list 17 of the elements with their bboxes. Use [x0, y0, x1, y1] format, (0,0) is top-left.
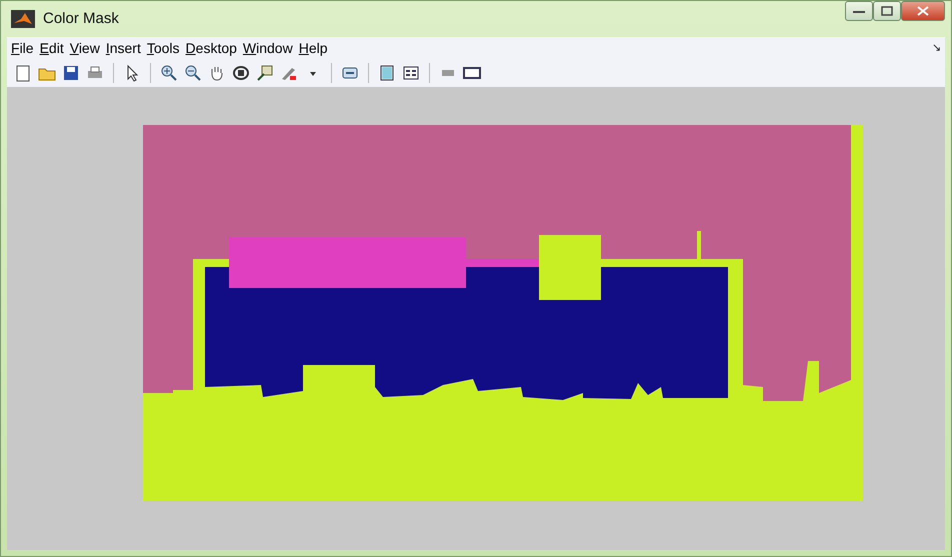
menu-item[interactable]: Desktop	[186, 38, 243, 58]
maximize-button[interactable]	[873, 1, 901, 21]
app-logo-icon	[11, 10, 35, 28]
menu-item[interactable]: Window	[242, 38, 299, 58]
menu-item[interactable]: View	[70, 38, 106, 58]
menu-item[interactable]: Insert	[106, 38, 147, 58]
close-icon	[917, 6, 929, 16]
minimize-button[interactable]	[845, 1, 873, 21]
menu-item[interactable]: Help	[298, 38, 334, 58]
window-title: Color Mask	[43, 8, 119, 29]
dock-arrow[interactable]: ↘	[932, 40, 941, 56]
maximize-icon	[881, 6, 893, 16]
minimize-icon	[853, 8, 865, 14]
menu-item[interactable]: File	[11, 38, 40, 58]
menu-item[interactable]: Edit	[40, 38, 70, 58]
menu-item[interactable]: Tools	[146, 38, 186, 58]
close-button[interactable]	[901, 1, 945, 21]
